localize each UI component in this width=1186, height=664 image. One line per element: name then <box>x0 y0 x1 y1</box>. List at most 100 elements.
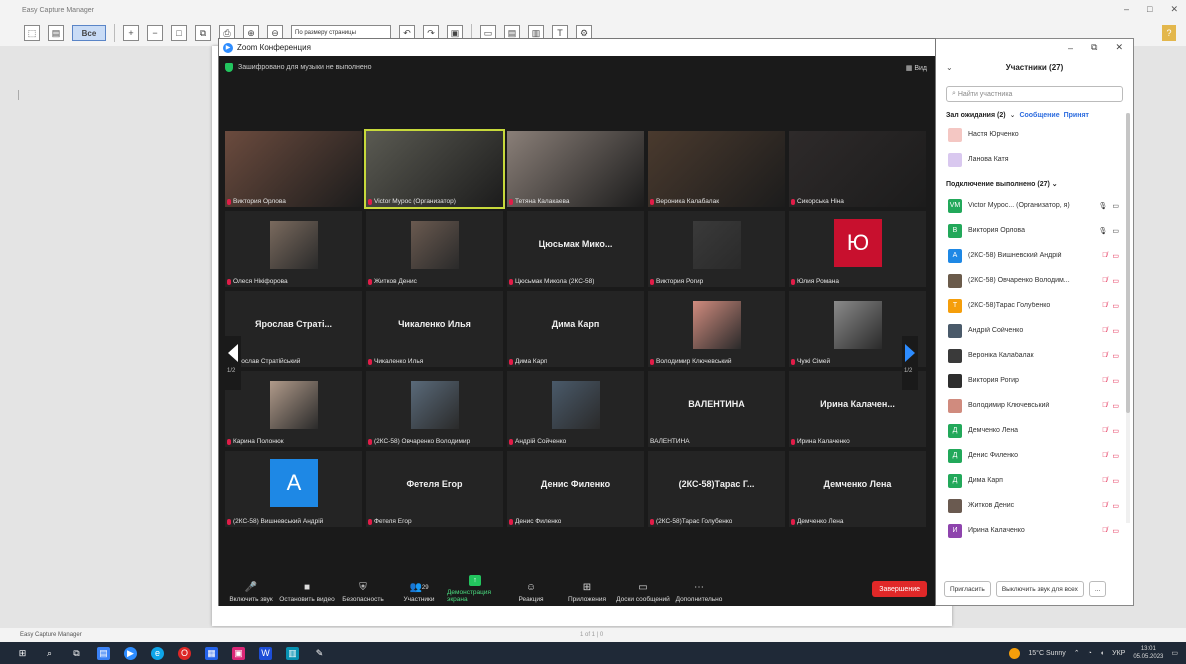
video-tile[interactable]: Чикаленко Илья Чикаленко Илья <box>366 291 503 367</box>
select-tool-icon[interactable]: ⬚ <box>24 25 40 41</box>
reaction-button[interactable]: ☺ Реакция <box>503 582 559 603</box>
close-button[interactable]: ✕ <box>1115 42 1123 53</box>
more-button[interactable]: ⋯ Дополнительно <box>671 582 727 603</box>
mic-muted-icon: 🎙̸ <box>1102 526 1108 534</box>
participant-row[interactable]: (2КС-58) Овчаренко Володим... 🎙̸ ▭ <box>936 268 1133 293</box>
waiting-participant[interactable]: Ланова Катя <box>936 147 1133 172</box>
opera-icon[interactable]: O <box>178 646 191 660</box>
video-tile[interactable]: Виктория Рогир <box>648 211 785 287</box>
video-tile[interactable]: Олеся Нікіфорова <box>225 211 362 287</box>
video-tile[interactable]: Демченко Лена Демченко Лена <box>789 451 926 527</box>
copy-icon[interactable]: ⧉ <box>195 25 211 41</box>
participant-row[interactable]: А (2КС-58) Вишневский Андрій 🎙̸ ▭ <box>936 243 1133 268</box>
notifications-icon[interactable]: ▭ <box>1171 649 1178 657</box>
chevron-down-icon[interactable]: ⌄ <box>946 63 953 72</box>
control-label: Участники <box>403 596 435 603</box>
share-screen-button[interactable]: ↑ Демонстрация экрана <box>447 575 503 603</box>
save-icon[interactable]: ▤ <box>48 25 64 41</box>
weather-text[interactable]: 15°C Sunny <box>1028 650 1065 657</box>
participant-row[interactable]: Житков Денис 🎙̸ ▭ <box>936 493 1133 518</box>
video-tile[interactable]: Володимир Ключевський <box>648 291 785 367</box>
word-icon[interactable]: W <box>259 646 272 660</box>
participant-row[interactable]: И Ирина Калаченко 🎙̸ ▭ <box>936 518 1133 543</box>
minimize-button[interactable]: – <box>1124 4 1129 15</box>
participant-row[interactable]: Вероніка Калабалак 🎙̸ ▭ <box>936 343 1133 368</box>
windows-start-icon[interactable]: ⊞ <box>16 647 29 660</box>
mute-all-button[interactable]: Выключить звук для всех <box>995 581 1084 597</box>
more-options-button[interactable]: ... <box>1088 581 1107 597</box>
scrollbar-thumb[interactable] <box>1126 113 1130 413</box>
question-icon[interactable]: ? <box>1162 25 1176 41</box>
video-tile[interactable]: Ярослав Страті... Ярослав Стратійський <box>225 291 362 367</box>
shield-button[interactable]: ⛨ Безопасность <box>335 582 391 603</box>
admit-link[interactable]: Принят <box>1064 112 1089 119</box>
message-link[interactable]: Сообщение <box>1019 112 1059 119</box>
participant-row[interactable]: Т (2КС-58)Тарас Голубенко 🎙̸ ▭ <box>936 293 1133 318</box>
participant-row[interactable]: Виктория Рогир 🎙̸ ▭ <box>936 368 1133 393</box>
store-icon[interactable]: ▦ <box>205 646 218 660</box>
zoom-app-icon[interactable]: ▶ <box>124 646 137 660</box>
participant-display-name: Демченко Лена <box>823 479 892 489</box>
maximize-button[interactable]: □ <box>1147 4 1152 15</box>
video-tile[interactable]: Цюсьмак Мико... Цюсьмак Микола (2КС-58) <box>507 211 644 287</box>
add-icon[interactable]: + <box>123 25 139 41</box>
remove-icon[interactable]: − <box>147 25 163 41</box>
pop-out-button[interactable]: ⧉ <box>1091 42 1097 53</box>
participant-row[interactable]: VM Victor Мурос... (Организатор, я) 🎙 ▭ <box>936 193 1133 218</box>
video-tile[interactable]: Victor Мурос (Организатор) <box>364 129 505 209</box>
video-tile[interactable]: Житков Денис <box>366 211 503 287</box>
video-tile[interactable]: Фетеля Егор Фетеля Егор <box>366 451 503 527</box>
video-tile[interactable]: Ю Юлия Романа <box>789 211 926 287</box>
participants-button[interactable]: 👥 29 Участники <box>391 582 447 603</box>
video-tile[interactable]: Вероника Калабалак <box>648 131 785 207</box>
video-tile[interactable]: Денис Филенко Денис Филенко <box>507 451 644 527</box>
connected-header[interactable]: Подключение выполнено (27) ⌄ <box>936 175 1133 193</box>
participant-row[interactable]: Д Демченко Лена 🎙̸ ▭ <box>936 418 1133 443</box>
video-tile[interactable]: Виктория Орлова <box>225 131 362 207</box>
video-tile[interactable]: Карина Полонюк <box>225 371 362 447</box>
participant-search-input[interactable]: ⌕ Найти участника <box>946 86 1123 102</box>
chevron-down-icon[interactable]: ⌄ <box>1010 111 1016 119</box>
chart-app-icon[interactable]: ▥ <box>286 646 299 660</box>
blank-page-icon[interactable]: □ <box>171 25 187 41</box>
whiteboard-button[interactable]: ▭ Доски сообщений <box>615 582 671 603</box>
mic-button[interactable]: 🎤 Включить звук <box>223 582 279 603</box>
chevron-up-icon[interactable]: ⌃ <box>1074 649 1080 657</box>
minimize-button[interactable]: – <box>1068 43 1073 53</box>
task-view-icon[interactable]: ⧉ <box>70 647 83 660</box>
participant-row[interactable]: В Виктория Орлова 🎙 ▭ <box>936 218 1133 243</box>
participant-row[interactable]: Андрій Сойченко 🎙̸ ▭ <box>936 318 1133 343</box>
video-tile[interactable]: ВАЛЕНТИНА ВАЛЕНТИНА <box>648 371 785 447</box>
video-tile[interactable]: Андрій Сойченко <box>507 371 644 447</box>
paint-icon[interactable]: ✎ <box>313 647 326 660</box>
search-icon[interactable]: ⌕ <box>43 647 56 660</box>
language-indicator[interactable]: УКР <box>1112 650 1125 657</box>
prev-page-button[interactable]: 1/2 <box>225 336 241 390</box>
video-tile[interactable]: (2КС-58) Овчаренко Володимир <box>366 371 503 447</box>
video-tile[interactable]: Тетяна Калакаева <box>507 131 644 207</box>
view-button[interactable]: ▦ Вид <box>906 64 927 72</box>
next-page-button[interactable]: 1/2 <box>902 336 918 390</box>
end-meeting-button[interactable]: Завершение <box>872 581 927 597</box>
video-tile[interactable]: Сикорська Ніна <box>789 131 926 207</box>
participant-row[interactable]: Д Денис Филенко 🎙̸ ▭ <box>936 443 1133 468</box>
volume-icon[interactable]: ◖ <box>1100 650 1104 657</box>
participant-row[interactable]: Володимир Ключевський 🎙̸ ▭ <box>936 393 1133 418</box>
edge-icon[interactable]: e <box>151 646 164 660</box>
file-explorer-icon[interactable]: ▤ <box>97 646 110 660</box>
network-icon[interactable]: ◔ <box>1088 650 1092 657</box>
participant-row[interactable]: Д Дима Карп 🎙̸ ▭ <box>936 468 1133 493</box>
waiting-room-label[interactable]: Зал ожидания (2) <box>946 112 1006 119</box>
video-tile[interactable]: А (2КС-58) Вишневський Андрій <box>225 451 362 527</box>
video-tile[interactable]: (2КС-58)Тарас Г... (2КС-58)Тарас Голубенк… <box>648 451 785 527</box>
apps-button[interactable]: ⊞ Приложения <box>559 582 615 603</box>
clock[interactable]: 13:01 05.05.2023 <box>1133 645 1163 661</box>
video-button[interactable]: ■ Остановить видео <box>279 582 335 603</box>
video-tile[interactable]: Дима Карп Дима Карп <box>507 291 644 367</box>
waiting-participant[interactable]: Настя Юрченко <box>936 122 1133 147</box>
close-button[interactable]: ✕ <box>1170 4 1178 15</box>
invite-button[interactable]: Пригласить <box>944 581 991 597</box>
capture-app-icon[interactable]: ▣ <box>232 646 245 660</box>
select-all-button[interactable]: Все <box>72 25 106 41</box>
encryption-bar[interactable]: Зашифровано для музыки не выполнено <box>225 63 371 72</box>
